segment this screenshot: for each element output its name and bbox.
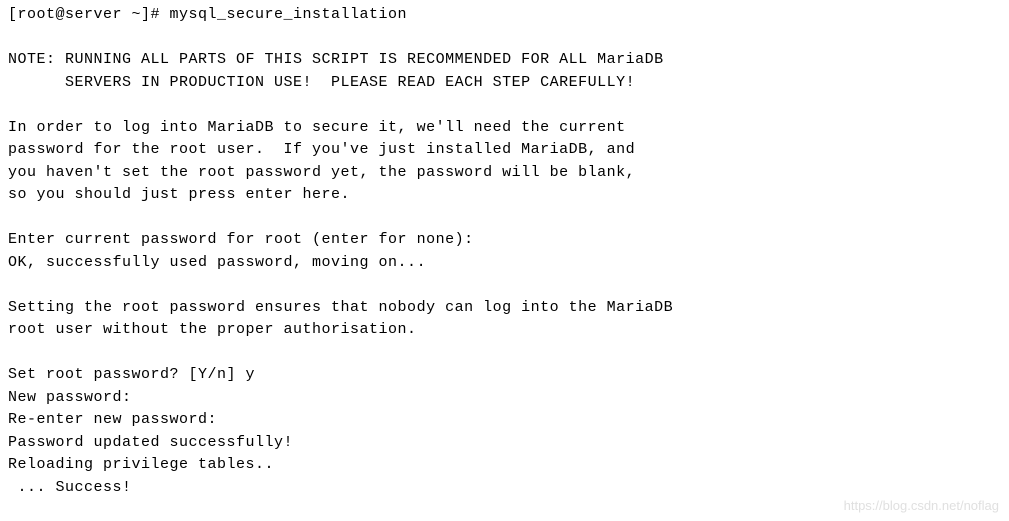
note-line-2: SERVERS IN PRODUCTION USE! PLEASE READ E… xyxy=(8,74,635,91)
enter-password-prompt: Enter current password for root (enter f… xyxy=(8,231,474,248)
success-line: ... Success! xyxy=(8,479,132,496)
setting-line-2: root user without the proper authorisati… xyxy=(8,321,417,338)
new-password-prompt: New password: xyxy=(8,389,132,406)
ok-line: OK, successfully used password, moving o… xyxy=(8,254,426,271)
reenter-password-prompt: Re-enter new password: xyxy=(8,411,217,428)
note-line-1: NOTE: RUNNING ALL PARTS OF THIS SCRIPT I… xyxy=(8,51,664,68)
intro-line-2: password for the root user. If you've ju… xyxy=(8,141,635,158)
prompt-line: [root@server ~]# mysql_secure_installati… xyxy=(8,6,407,23)
terminal-output[interactable]: [root@server ~]# mysql_secure_installati… xyxy=(8,4,1001,499)
reloading-line: Reloading privilege tables.. xyxy=(8,456,274,473)
intro-line-3: you haven't set the root password yet, t… xyxy=(8,164,635,181)
password-updated: Password updated successfully! xyxy=(8,434,293,451)
set-root-prompt: Set root password? [Y/n] y xyxy=(8,366,255,383)
watermark-text: https://blog.csdn.net/noflag xyxy=(844,496,999,516)
intro-line-4: so you should just press enter here. xyxy=(8,186,350,203)
intro-line-1: In order to log into MariaDB to secure i… xyxy=(8,119,626,136)
setting-line-1: Setting the root password ensures that n… xyxy=(8,299,673,316)
